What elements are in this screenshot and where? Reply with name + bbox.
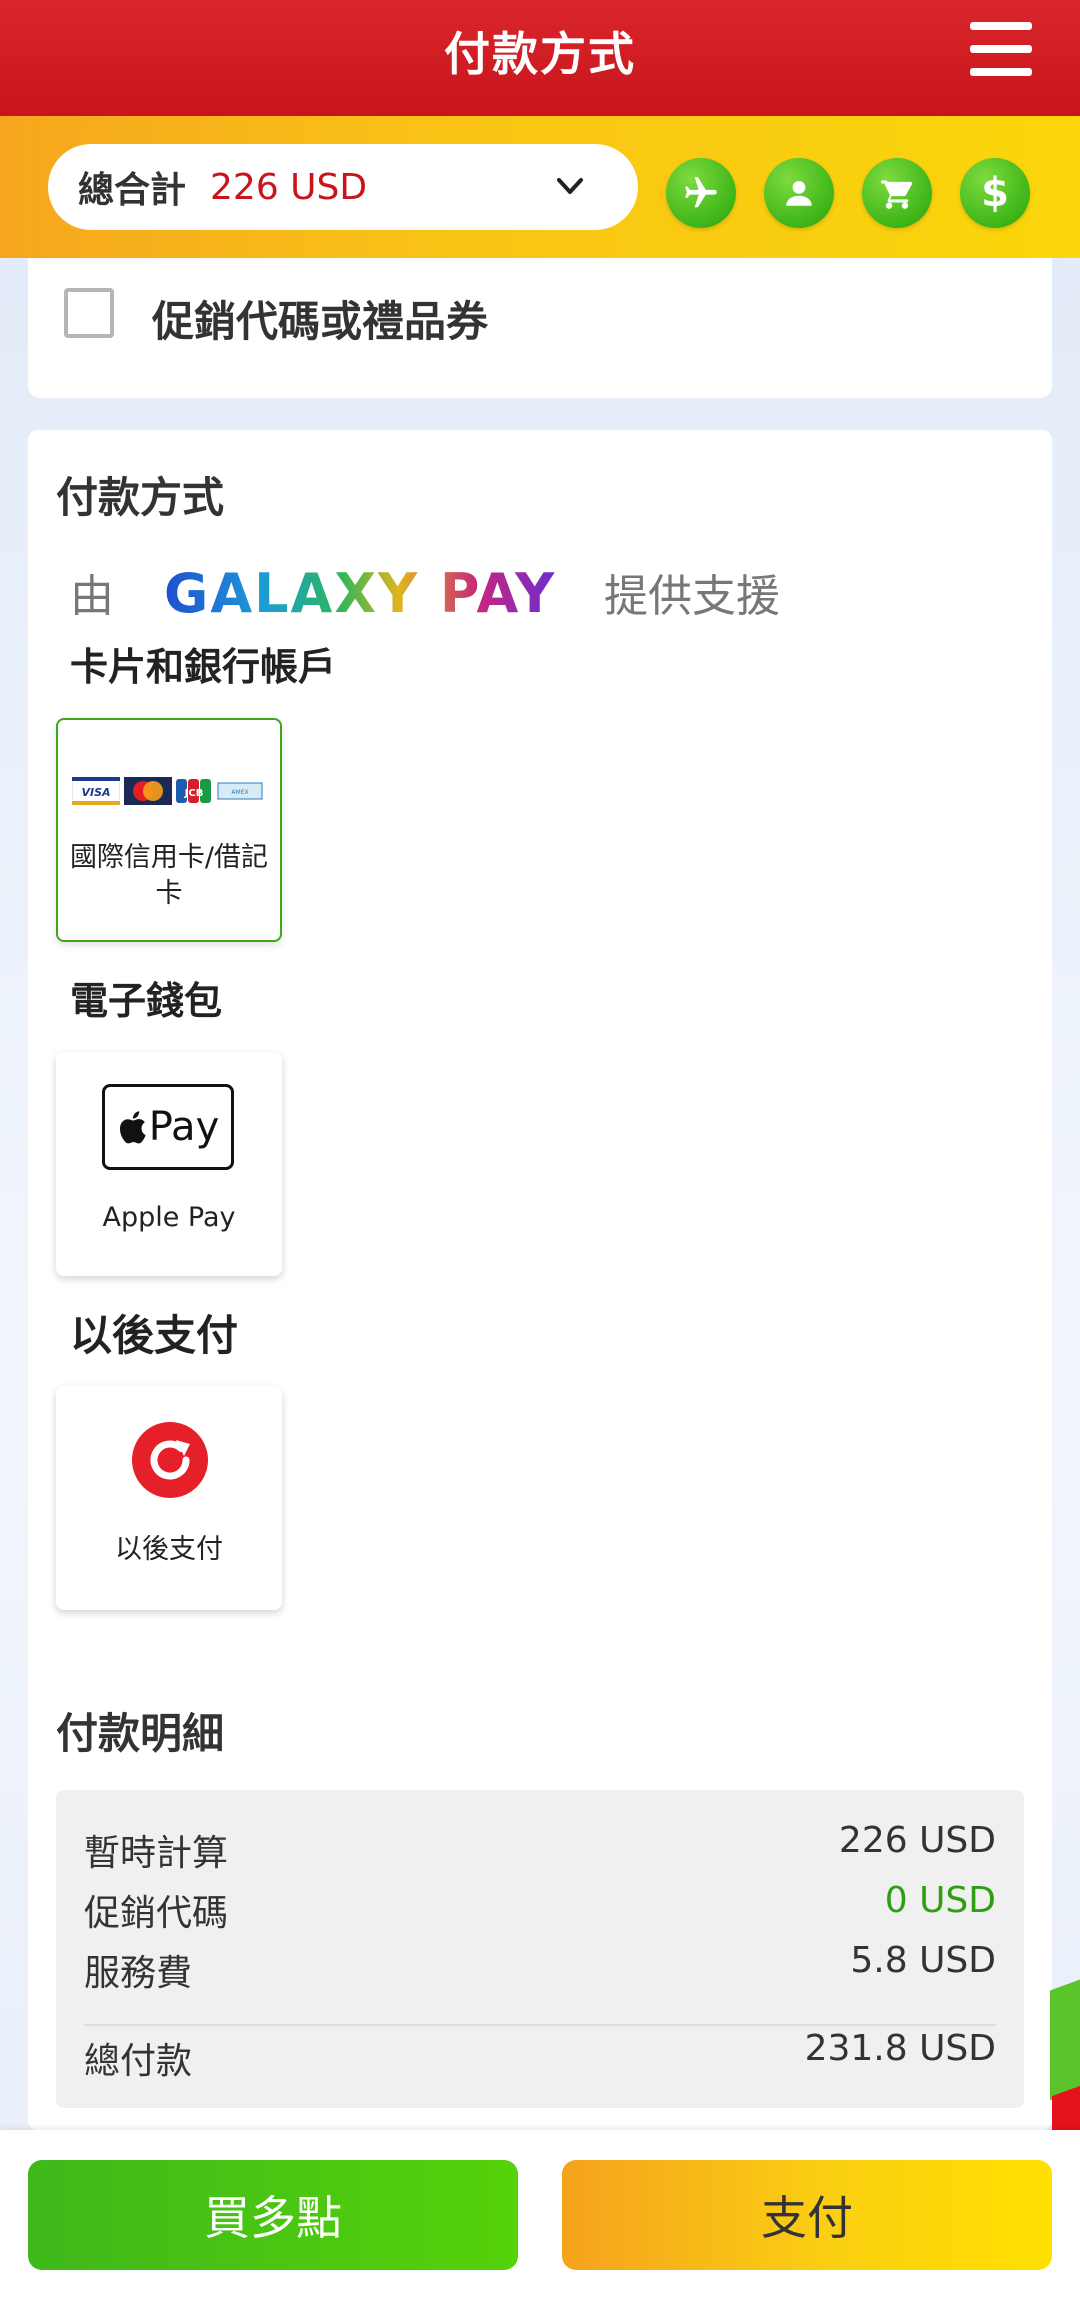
cart-icon[interactable] <box>862 158 932 228</box>
promo-checkbox[interactable] <box>64 288 114 338</box>
powered-suffix: 提供支援 <box>604 571 780 622</box>
method-credit-card-label: 國際信用卡/借記卡 <box>69 842 269 909</box>
promo-label: 促銷代碼或禮品券 <box>152 297 489 346</box>
dollar-icon[interactable]: $ <box>960 158 1030 228</box>
card-brands: VISA JCB AMEX <box>72 774 268 808</box>
details-divider <box>84 2024 996 2026</box>
apple-pay-logo: Pay <box>102 1084 234 1170</box>
group-title-wallet: 電子錢包 <box>70 979 223 1023</box>
method-apple-pay[interactable]: Pay Apple Pay <box>56 1052 282 1276</box>
group-title-cards: 卡片和銀行帳戶 <box>70 645 337 689</box>
bottom-action-bar: 買多點 支付 <box>0 2130 1080 2309</box>
detail-label: 促銷代碼 <box>84 1893 229 1934</box>
page-title: 付款方式 <box>444 27 636 81</box>
chevron-down-icon <box>557 178 583 194</box>
apple-icon <box>119 1111 146 1144</box>
jcb-icon: JCB <box>176 779 211 803</box>
apple-pay-logo-text: Pay <box>148 1104 220 1150</box>
details-box: 暫時計算 226 USD 促銷代碼 0 USD 服務費 5.8 USD 總付款 … <box>56 1790 1024 2108</box>
detail-label: 總付款 <box>84 2041 193 2082</box>
buy-more-button[interactable]: 買多點 <box>28 2160 518 2270</box>
powered-prefix: 由 <box>70 571 114 622</box>
plane-icon[interactable] <box>666 158 736 228</box>
refresh-icon <box>132 1422 208 1498</box>
powered-by: 由 GALAXY PAY 提供支援 <box>70 560 780 624</box>
total-label: 總合計 <box>78 170 187 211</box>
detail-value: 226 USD <box>838 1820 996 1861</box>
payment-title: 付款方式 <box>56 473 225 522</box>
svg-text:GALAXY PAY: GALAXY PAY <box>164 562 556 622</box>
method-pay-later[interactable]: 以後支付 <box>56 1386 282 1610</box>
detail-label: 服務費 <box>84 1953 193 1994</box>
amex-icon: AMEX <box>216 777 264 805</box>
decoration-stripe <box>1052 2060 1080 2130</box>
galaxy-pay-logo: GALAXY PAY <box>164 562 556 622</box>
details-title: 付款明細 <box>56 1709 225 1758</box>
method-credit-card[interactable]: VISA JCB AMEX 國際信用卡/借記卡 <box>56 718 282 942</box>
user-icon[interactable] <box>764 158 834 228</box>
visa-icon: VISA <box>72 777 120 805</box>
total-dropdown[interactable]: 總合計 226 USD <box>48 144 638 230</box>
detail-value: 231.8 USD <box>804 2028 996 2069</box>
payment-card: 付款方式 由 GALAXY PAY 提供支援 卡片和銀行帳戶 VISA JCB … <box>28 430 1052 2130</box>
promo-card: 促銷代碼或禮品券 <box>28 258 1052 398</box>
menu-icon[interactable] <box>970 22 1032 76</box>
svg-text:JCB: JCB <box>184 788 204 799</box>
detail-label: 暫時計算 <box>84 1833 229 1874</box>
pay-button[interactable]: 支付 <box>562 2160 1052 2270</box>
total-amount: 226 USD <box>210 166 368 208</box>
header-bar: 付款方式 <box>0 0 1080 116</box>
detail-value: 5.8 USD <box>850 1940 996 1981</box>
svg-text:AMEX: AMEX <box>231 789 248 796</box>
method-pay-later-label: 以後支付 <box>115 1534 223 1565</box>
mastercard-icon <box>124 777 172 805</box>
svg-text:VISA: VISA <box>81 786 110 799</box>
method-apple-pay-label: Apple Pay <box>102 1202 236 1233</box>
summary-bar: 總合計 226 USD $ <box>0 116 1080 258</box>
group-title-later: 以後支付 <box>70 1311 239 1360</box>
detail-value: 0 USD <box>884 1880 996 1921</box>
